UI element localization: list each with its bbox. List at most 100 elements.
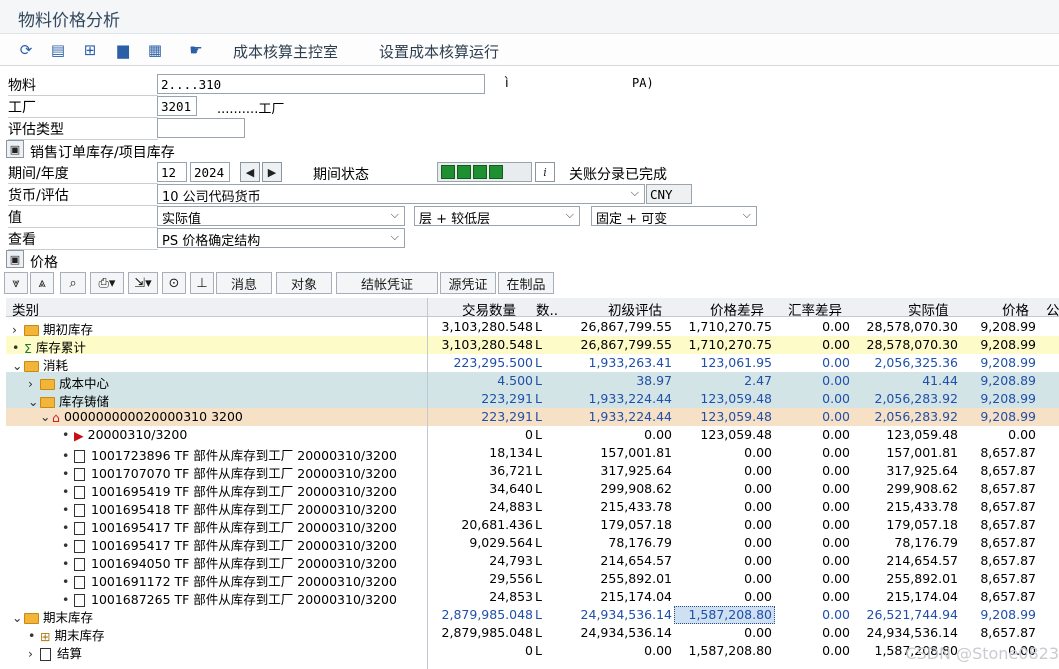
period-input[interactable]: 12 [157,162,187,182]
table-icon[interactable]: ▦ [145,40,165,60]
row-unit: L [535,589,542,604]
col-unit[interactable]: 数.. [536,299,558,319]
costing-cockpit-link[interactable]: 成本核算主控室 [233,41,338,62]
row-exdiff: 0.00 [822,607,850,622]
hierarchy-icon[interactable]: ⊞ [80,40,100,60]
tree-toggle-icon[interactable]: › [12,322,24,337]
table-row[interactable]: • Σ 库存累计 3,103,280.548 L 26,867,799.55 1,710,2… [6,336,1059,356]
tree-toggle-icon[interactable]: • [62,556,74,571]
col-actual[interactable]: 实际值 [908,299,949,319]
collapse-all-icon[interactable]: ⩓ [30,272,54,294]
table-row[interactable]: • ▶ 20000310/3200 0 L 0.00 123,059.48 0.00 123,0… [6,426,1059,444]
table-row[interactable]: • 1001695417 TF 部件从库存到工厂 20000310/3200 9,0… [6,534,1059,553]
export-icon[interactable]: ⇲▾ [128,272,158,294]
row-category: 1001695419 TF 部件从库存到工厂 20000310/3200 [91,484,397,499]
tree-toggle-icon[interactable]: • [62,520,74,535]
table-row[interactable]: ⌄ 消耗 223,295.500 L 1,933,263.41 123,061.95 0.0… [6,354,1059,373]
row-price: 8,657.87 [980,481,1036,496]
info-icon[interactable]: i [535,162,555,182]
tree-toggle-icon[interactable]: ⌄ [40,409,52,424]
save-icon[interactable]: ▆ [113,40,133,60]
tree-toggle-icon[interactable]: • [62,484,74,499]
tree-toggle-icon[interactable]: • [28,628,40,643]
table-row[interactable]: ⌄ 库存铸储 223,291 L 1,933,224.44 123,059.48 0.00 2… [6,390,1059,409]
tree-toggle-icon[interactable]: • [62,502,74,517]
tree-toggle-icon[interactable]: • [12,340,24,355]
table-row[interactable]: • 1001691172 TF 部件从库存到工厂 20000310/3200 29,… [6,570,1059,589]
table-row[interactable]: › 成本中心 4.500 L 38.97 2.47 0.00 41.44 9,208.89 [6,372,1059,391]
tree-toggle-icon[interactable]: • [62,466,74,481]
source-doc-button[interactable]: 源凭证 [440,272,496,294]
find-icon[interactable]: ⌕ [60,272,86,294]
structure-icon[interactable]: ⊥ [190,272,214,294]
tree-toggle-icon[interactable]: ⌄ [28,394,40,409]
detail-icon[interactable]: ⊙ [162,272,186,294]
tree-toggle-icon[interactable]: › [28,646,40,661]
expand-all-icon[interactable]: ⩔ [4,272,28,294]
table-row[interactable]: • ⊞ 期末库存 2,879,985.048 L 24,934,536.14 0.00 0.0… [6,624,1059,644]
tree-toggle-icon[interactable]: • [62,592,74,607]
fixvar-select[interactable]: 固定 + 可变 ⌵ [591,206,757,226]
tree-toggle-icon[interactable]: • [62,574,74,589]
print-icon[interactable]: ⎙▾ [90,272,124,294]
row-pricediff: 123,059.48 [700,427,772,442]
flag-icon: ▶ [74,428,84,443]
valtype-input[interactable] [157,118,245,138]
currency-select[interactable]: 10 公司代码货币 ⌵ [157,184,645,204]
table-row[interactable]: • 1001694050 TF 部件从库存到工厂 20000310/3200 24,… [6,552,1059,571]
year-input[interactable]: 2024 [190,162,230,182]
col-category[interactable]: 类别 [12,299,39,319]
table-row[interactable]: • 1001695417 TF 部件从库存到工厂 20000310/3200 20,… [6,516,1059,535]
row-pricediff: 0.00 [744,553,772,568]
layout-icon[interactable]: ▤ [48,40,68,60]
layer-select[interactable]: 层 + 较低层 ⌵ [414,206,580,226]
tree-toggle-icon[interactable]: ⌄ [12,358,24,373]
table-row[interactable]: • 1001707070 TF 部件从库存到工厂 20000310/3200 36,… [6,462,1059,481]
closing-doc-button[interactable]: 结帐凭证 [336,272,438,294]
object-button[interactable]: 对象 [276,272,332,294]
prev-period-button[interactable]: ◀ [240,162,260,182]
tree-toggle-icon[interactable]: › [28,376,40,391]
value-select[interactable]: 实际值 ⌵ [157,206,405,226]
table-row[interactable]: • 1001723896 TF 部件从库存到工厂 20000310/3200 18,… [6,444,1059,463]
col-price[interactable]: 价格 [1002,299,1029,319]
row-qty: 24,793 [489,553,533,568]
collapse-icon[interactable]: ▣ [6,250,24,268]
tree-toggle-icon[interactable]: • [62,538,74,553]
row-pricediff: 1,587,208.80 [688,607,773,622]
row-exdiff: 0.00 [822,499,850,514]
row-pricediff: 0.00 [744,625,772,640]
col-exdiff[interactable]: 汇率差异 [788,299,842,319]
col-primary[interactable]: 初级评估 [608,299,662,319]
row-unit: L [535,445,542,460]
material-input[interactable]: 2....310 [157,74,485,94]
plant-input[interactable]: 3201 [157,96,197,116]
hand-icon[interactable]: ☛ [186,40,206,60]
expand-icon[interactable]: ▣ [6,140,24,158]
row-category: 结算 [57,646,83,661]
setup-costing-run-link[interactable]: 设置成本核算运行 [379,41,499,62]
refresh-icon[interactable]: ⟳ [16,40,36,60]
messages-button[interactable]: 消息 [216,272,272,294]
table-row[interactable]: ⌄ ⌂ 000000000020000310 3200 223,291 L 1,933,2… [6,408,1059,426]
table-row[interactable]: • 1001687265 TF 部件从库存到工厂 20000310/3200 24,… [6,588,1059,607]
col-pricediff[interactable]: 价格差异 [710,299,764,319]
tree-toggle-icon[interactable]: • [62,427,74,442]
row-pricediff: 0.00 [744,571,772,586]
row-exdiff: 0.00 [822,427,850,442]
row-unit: L [535,481,542,496]
tree-toggle-icon[interactable]: • [62,448,74,463]
col-extra[interactable]: 公 [1046,299,1059,319]
table-row[interactable]: › 期初库存 3,103,280.548 L 26,867,799.55 1,710,27… [6,318,1059,337]
col-qty[interactable]: 交易数量 [462,299,516,319]
tree-toggle-icon[interactable]: ⌄ [12,610,24,625]
price-section-row: ▣ 价格 [0,249,1059,271]
next-period-button[interactable]: ▶ [262,162,282,182]
table-row[interactable]: • 1001695418 TF 部件从库存到工厂 20000310/3200 24,… [6,498,1059,517]
wip-button[interactable]: 在制品 [498,272,554,294]
table-row[interactable]: • 1001695419 TF 部件从库存到工厂 20000310/3200 34,… [6,480,1059,499]
folder-icon [40,379,55,390]
view-select[interactable]: PS 价格确定结构 ⌵ [157,228,405,248]
table-row[interactable]: ⌄ 期末库存 2,879,985.048 L 24,934,536.14 1,587,20… [6,606,1059,625]
table-row[interactable]: › 结算 0 L 0.00 1,587,208.80 0.00 1,587,208.80 0.0… [6,642,1059,661]
